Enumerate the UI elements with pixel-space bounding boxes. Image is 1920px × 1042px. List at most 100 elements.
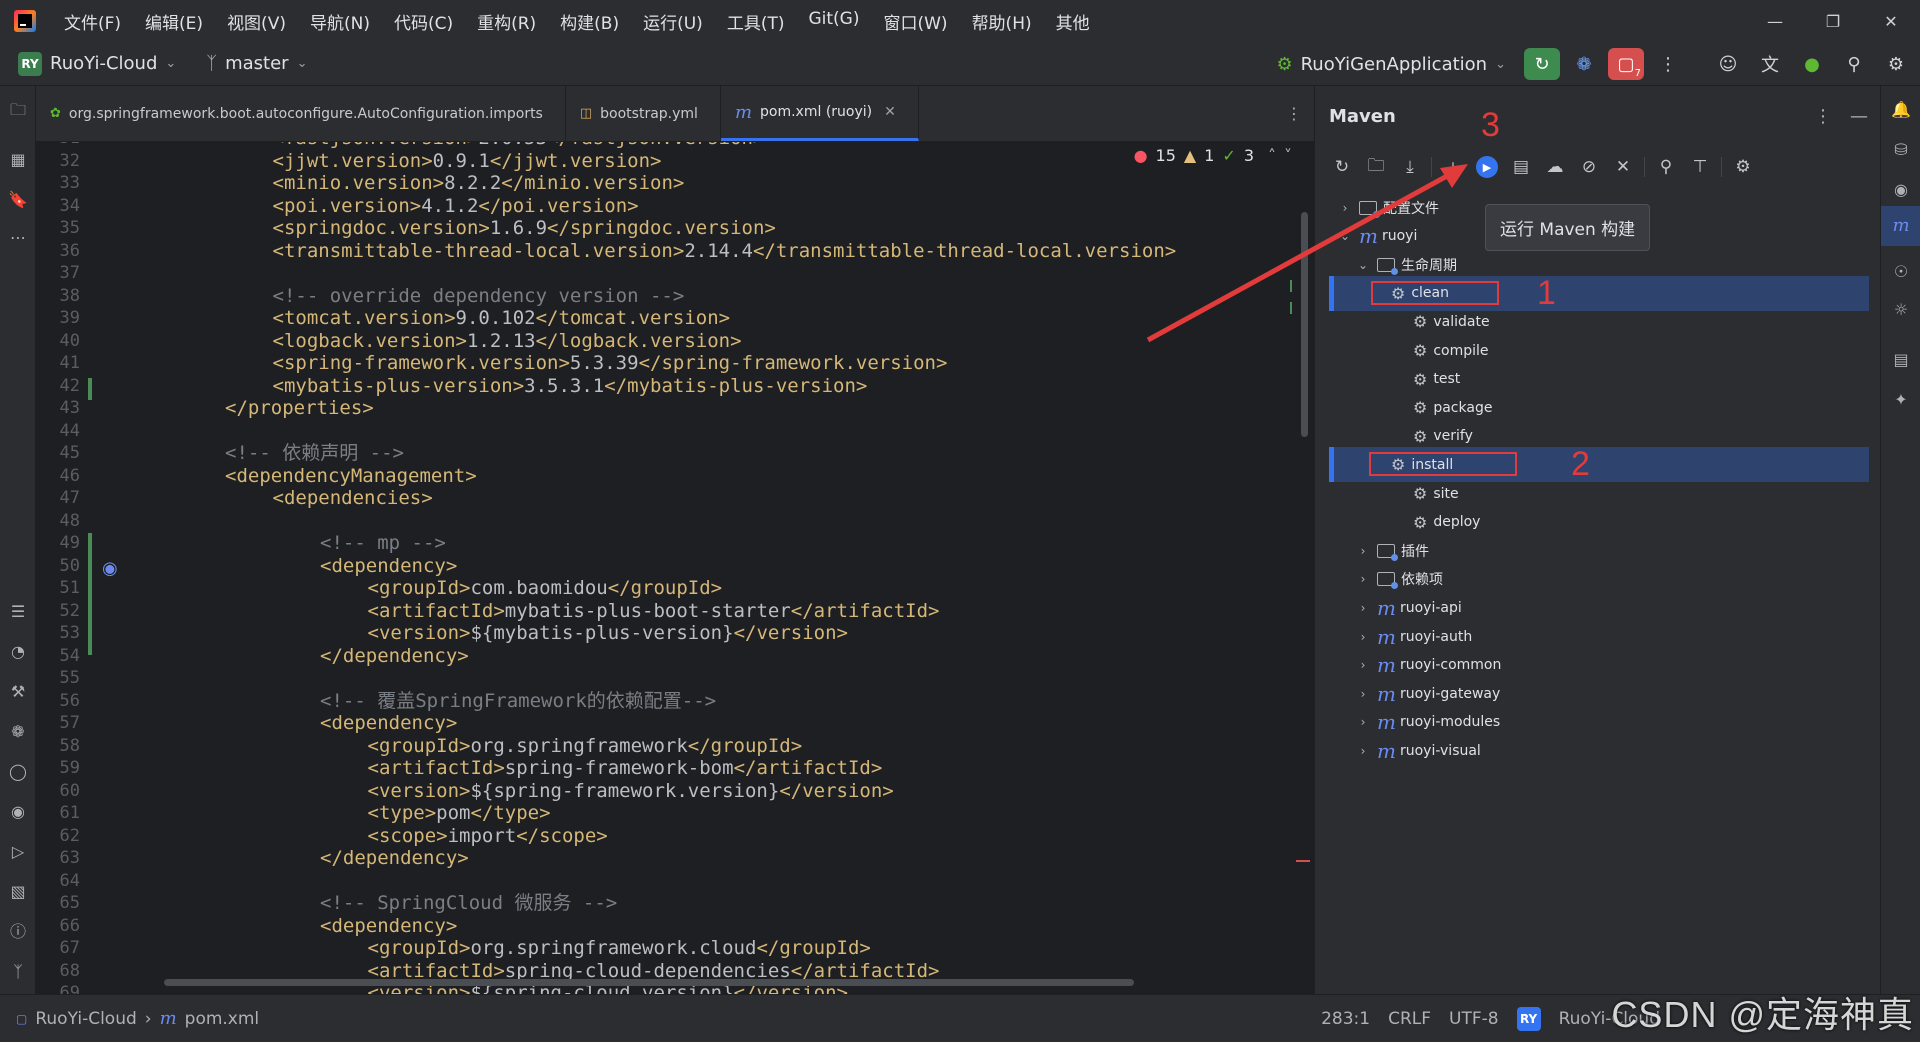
xml-text: pom xyxy=(436,802,471,824)
menu-item[interactable]: Git(G) xyxy=(808,9,859,34)
search-icon[interactable]: ⚲ xyxy=(1836,48,1872,80)
chevron-down-icon[interactable]: ˅ xyxy=(1284,146,1292,165)
chevron-right-icon[interactable]: › xyxy=(1355,744,1371,758)
collapse-all-icon[interactable]: ⊤ xyxy=(1683,152,1717,182)
chevron-right-icon[interactable]: › xyxy=(1355,715,1371,729)
chevron-down-icon[interactable]: ⌄ xyxy=(1337,229,1353,243)
todo-list-icon[interactable]: ☰ xyxy=(8,602,28,622)
translate-icon[interactable]: 文 xyxy=(1752,48,1788,80)
code-line: <poi.version>4.1.2</poi.version> xyxy=(273,195,639,217)
minimize-icon[interactable]: — xyxy=(1746,0,1804,42)
horizontal-scrollbar[interactable] xyxy=(164,979,1134,986)
database-icon[interactable]: ⛁ xyxy=(1891,140,1911,160)
terminal-icon[interactable]: ▧ xyxy=(8,882,28,902)
breadcrumb-project[interactable]: RuoYi-Cloud xyxy=(35,1009,136,1029)
caret-position[interactable]: 283:1 xyxy=(1321,1009,1370,1029)
structure-icon[interactable]: ▦ xyxy=(8,150,28,170)
close-icon[interactable]: ✕ xyxy=(1862,0,1920,42)
more-tabs-icon[interactable]: ⋮ xyxy=(1274,86,1314,141)
big-data-icon[interactable]: ▤ xyxy=(1891,350,1911,370)
build-hammer-icon[interactable]: ⚒ xyxy=(8,682,28,702)
menu-item[interactable]: 帮助(H) xyxy=(972,9,1032,34)
options-icon[interactable]: ⋮ xyxy=(1814,106,1832,127)
services-icon[interactable]: ◯ xyxy=(8,762,28,782)
project-switcher[interactable]: RY RuoYi-Cloud ⌄ xyxy=(18,51,176,76)
add-icon[interactable]: ＋ xyxy=(1436,152,1470,182)
chevron-right-icon[interactable]: › xyxy=(1355,544,1371,558)
endpoints-icon[interactable]: ◉ xyxy=(8,802,28,822)
chevron-up-icon[interactable]: ˄ xyxy=(1268,146,1276,165)
chevron-right-icon[interactable]: › xyxy=(1355,658,1371,672)
menu-item[interactable]: 构建(B) xyxy=(560,9,619,34)
settings-gear-icon[interactable]: ⚙ xyxy=(1878,48,1914,80)
problems-icon[interactable]: ⓘ xyxy=(8,922,28,942)
chevron-right-icon[interactable]: › xyxy=(1355,601,1371,615)
bookmarks-icon[interactable]: 🔖 xyxy=(8,190,28,210)
menu-item[interactable]: 文件(F) xyxy=(64,9,121,34)
endpoints-icon[interactable]: ☉ xyxy=(1891,262,1911,282)
reload-icon[interactable]: ↻ xyxy=(1325,152,1359,182)
user-icon[interactable]: ☺ xyxy=(1710,48,1746,80)
chevron-right-icon[interactable]: › xyxy=(1337,201,1353,215)
maven-settings-icon[interactable]: ⚙ xyxy=(1726,152,1760,182)
file-encoding[interactable]: UTF-8 xyxy=(1449,1009,1499,1029)
xml-tag: <scope> xyxy=(367,824,448,847)
tab-bootstrap-yml[interactable]: ◫ bootstrap.yml xyxy=(566,86,721,141)
tree-item-label: deploy xyxy=(1433,514,1481,531)
chevron-right-icon[interactable]: › xyxy=(1355,687,1371,701)
git-icon[interactable]: ᛉ xyxy=(8,962,28,982)
vertical-scrollbar[interactable] xyxy=(1301,212,1308,437)
chevron-right-icon[interactable]: › xyxy=(1355,630,1371,644)
tree-item-ruoyi-visual[interactable]: › m ruoyi-visual xyxy=(1355,733,1481,768)
branch-switcher[interactable]: ᛉ master ⌄ xyxy=(206,53,307,74)
tab-label: org.springframework.boot.autoconfigure.A… xyxy=(68,105,543,122)
gutter-navigate-icon[interactable]: ◉ xyxy=(102,558,118,579)
maven-tool-icon[interactable]: m xyxy=(1881,206,1920,246)
menu-item[interactable]: 导航(N) xyxy=(310,9,370,34)
collapse-icon[interactable]: ✕ xyxy=(1606,152,1640,182)
generate-sources-icon[interactable]: 🗀 xyxy=(1359,152,1393,182)
menu-item[interactable]: 编辑(E) xyxy=(145,9,203,34)
menu-item[interactable]: 工具(T) xyxy=(727,9,785,34)
tab-autoconfiguration-imports[interactable]: ✿ org.springframework.boot.autoconfigure… xyxy=(36,86,566,141)
line-separator[interactable]: CRLF xyxy=(1388,1009,1431,1029)
debug-button[interactable]: ❁ xyxy=(1566,48,1602,80)
more-tools-icon[interactable]: ⋯ xyxy=(8,228,28,248)
tab-pom-xml[interactable]: m pom.xml (ruoyi) ✕ xyxy=(720,86,919,141)
debug-bug-icon[interactable]: ❁ xyxy=(8,722,28,742)
code-editor[interactable]: 3132333435363738394041424344454647484950… xyxy=(36,142,1314,994)
code-line: <artifactId>mybatis-plus-boot-starter</a… xyxy=(368,600,940,622)
menu-item[interactable]: 运行(U) xyxy=(643,9,703,34)
chevron-down-icon[interactable]: ⌄ xyxy=(1355,258,1371,272)
stop-button[interactable]: ▢ 7 xyxy=(1608,48,1644,80)
menu-item[interactable]: 视图(V) xyxy=(227,9,286,34)
intellij-logo-icon[interactable] xyxy=(12,8,38,34)
rerun-button[interactable]: ↻ xyxy=(1524,48,1560,80)
more-actions-icon[interactable]: ⋮ xyxy=(1650,48,1686,80)
ai-chat-icon[interactable]: ◉ xyxy=(1891,180,1911,200)
skip-tests-icon[interactable]: ⊘ xyxy=(1572,152,1606,182)
notifications-icon[interactable]: 🔔 xyxy=(1891,100,1911,120)
analyze-dependencies-icon[interactable]: ⚲ xyxy=(1649,152,1683,182)
breadcrumb-file[interactable]: pom.xml xyxy=(185,1009,260,1029)
execute-goal-icon[interactable]: ▤ xyxy=(1504,152,1538,182)
run-icon[interactable]: ▷ xyxy=(8,842,28,862)
menu-item[interactable]: 代码(C) xyxy=(394,9,453,34)
close-tab-icon[interactable]: ✕ xyxy=(884,104,896,120)
inspection-widget[interactable]: ● 15 ▲ 1 ✓ 3 ˄ ˅ xyxy=(1129,146,1296,165)
ai-assistant-icon[interactable]: ● xyxy=(1794,48,1830,80)
restore-icon[interactable]: ❐ xyxy=(1804,0,1862,42)
ai-sparkle-icon[interactable]: ✦ xyxy=(1891,390,1911,410)
download-icon[interactable]: ⤓ xyxy=(1393,152,1427,182)
project-folder-icon[interactable]: 🗀 xyxy=(8,100,28,120)
offline-mode-icon[interactable]: ☁ xyxy=(1538,152,1572,182)
menu-item[interactable]: 窗口(W) xyxy=(883,9,947,34)
chevron-right-icon[interactable]: › xyxy=(1355,572,1371,586)
hide-panel-icon[interactable]: — xyxy=(1850,106,1868,127)
menu-item[interactable]: 重构(R) xyxy=(477,9,536,34)
profiler-icon[interactable]: ◔ xyxy=(8,642,28,662)
menu-item[interactable]: 其他 xyxy=(1056,9,1090,34)
run-maven-build-button[interactable]: ▶ xyxy=(1470,152,1504,182)
run-config-selector[interactable]: ⚙ RuoYiGenApplication ⌄ xyxy=(1276,54,1506,75)
gradle-icon[interactable]: ☼ xyxy=(1891,300,1911,320)
